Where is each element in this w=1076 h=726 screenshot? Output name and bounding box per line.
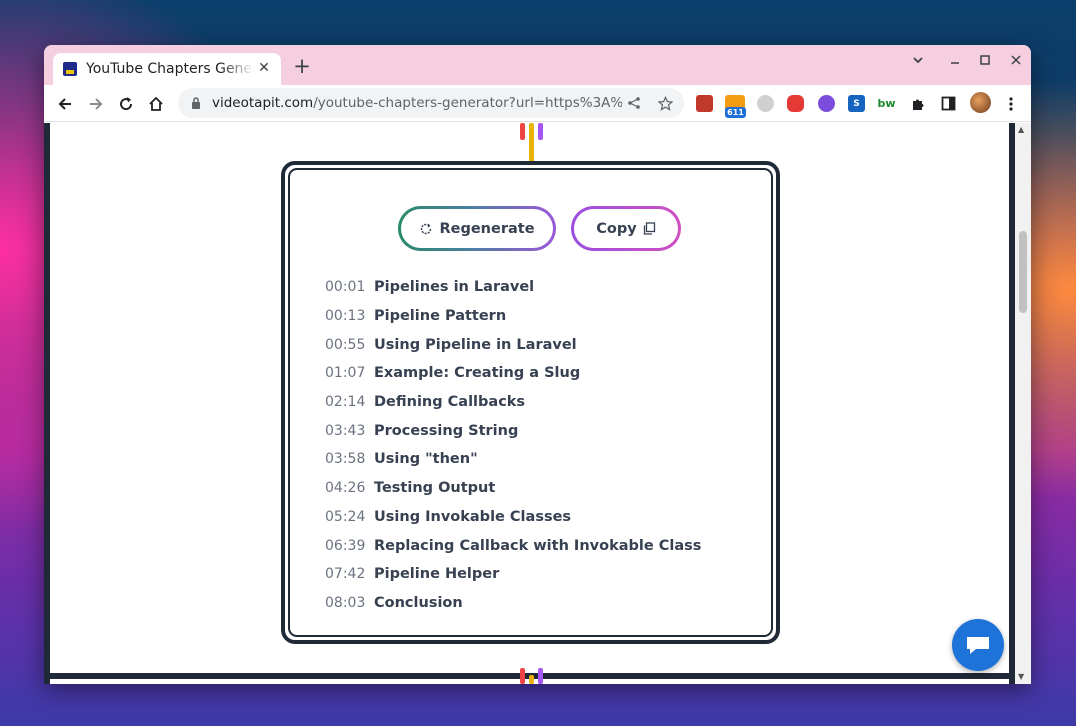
chapter-timestamp: 01:07: [325, 365, 366, 382]
tab-strip: YouTube Chapters Generator ✕ +: [44, 45, 1031, 85]
chapter-title: Using Invokable Classes: [374, 508, 572, 525]
chapter-title: Replacing Callback with Invokable Class: [374, 537, 702, 554]
scroll-down-icon[interactable]: ▼: [1018, 672, 1024, 681]
chapter-title: Pipelines in Laravel: [374, 279, 535, 296]
chapter-item: 02:14 Defining Callbacks: [325, 388, 701, 417]
page-frame-left: [44, 123, 50, 684]
extension-badge: 611: [725, 107, 746, 118]
bookmark-star-icon[interactable]: [656, 94, 674, 112]
chapter-timestamp: 04:26: [325, 480, 366, 497]
chapter-item: 03:43 Processing String: [325, 416, 701, 445]
chapter-timestamp: 00:01: [325, 279, 366, 296]
site-favicon-icon: [63, 62, 77, 76]
chapter-title: Pipeline Pattern: [374, 308, 507, 325]
maximize-icon[interactable]: [975, 53, 995, 71]
chapter-timestamp: 00:55: [325, 336, 366, 353]
page-scrollbar[interactable]: ▲ ▼: [1015, 123, 1031, 684]
chapter-item: 05:24 Using Invokable Classes: [325, 503, 701, 532]
page-viewport: Regenerate Copy 00:01 Pipelines in Larave…: [44, 123, 1031, 684]
chapter-item: 04:26 Testing Output: [325, 474, 701, 503]
extension-grey-icon[interactable]: [757, 95, 774, 112]
chapter-title: Using Pipeline in Laravel: [374, 336, 577, 353]
copy-icon: [643, 222, 656, 235]
chapter-timestamp: 03:43: [325, 422, 366, 439]
chapter-timestamp: 00:13: [325, 308, 366, 325]
tab-search-icon[interactable]: [908, 53, 928, 71]
chapter-title: Conclusion: [374, 594, 463, 611]
decorative-line-red-bottom: [520, 668, 525, 684]
back-arrow-icon[interactable]: [52, 91, 78, 117]
chapter-title: Defining Callbacks: [374, 394, 526, 411]
address-bar[interactable]: videotapit.com/youtube-chapters-generato…: [178, 88, 684, 118]
url-text[interactable]: videotapit.com/youtube-chapters-generato…: [212, 95, 622, 111]
decorative-line-purple-bottom: [538, 668, 543, 684]
browser-window: YouTube Chapters Generator ✕ +: [44, 45, 1031, 684]
chapter-timestamp: 07:42: [325, 566, 366, 583]
profile-avatar[interactable]: [970, 92, 991, 113]
chapter-timestamp: 06:39: [325, 537, 366, 554]
chapter-title: Example: Creating a Slug: [374, 365, 581, 382]
refresh-icon: [419, 222, 433, 236]
chapter-item: 01:07 Example: Creating a Slug: [325, 359, 701, 388]
chapter-timestamp: 03:58: [325, 451, 366, 468]
share-icon[interactable]: [625, 94, 643, 112]
chat-widget-button[interactable]: [952, 619, 1004, 671]
browser-toolbar: videotapit.com/youtube-chapters-generato…: [44, 85, 1031, 122]
tab-title: YouTube Chapters Generator: [86, 61, 254, 77]
chapters-card: Regenerate Copy 00:01 Pipelines in Larave…: [281, 161, 780, 644]
extension-red-icon[interactable]: [787, 95, 804, 112]
chapter-timestamp: 02:14: [325, 394, 366, 411]
menu-kebab-icon[interactable]: [1002, 95, 1019, 112]
decorative-line-red: [520, 123, 525, 140]
chapter-timestamp: 08:03: [325, 594, 366, 611]
scroll-up-icon[interactable]: ▲: [1018, 125, 1024, 134]
chapter-item: 00:55 Using Pipeline in Laravel: [325, 330, 701, 359]
chapter-title: Processing String: [374, 422, 519, 439]
decorative-line-yellow-bottom: [529, 675, 534, 684]
regenerate-label: Regenerate: [439, 220, 535, 237]
new-tab-button[interactable]: +: [292, 54, 312, 78]
home-icon[interactable]: [143, 91, 169, 117]
chapter-item: 00:01 Pipelines in Laravel: [325, 273, 701, 302]
chapter-title: Using "then": [374, 451, 478, 468]
chapters-card-inner: Regenerate Copy 00:01 Pipelines in Larave…: [288, 168, 773, 637]
chapter-item: 03:58 Using "then": [325, 445, 701, 474]
copy-label: Copy: [596, 220, 637, 237]
decorative-line-purple: [538, 123, 543, 140]
chapter-item: 06:39 Replacing Callback with Invokable C…: [325, 531, 701, 560]
side-panel-icon[interactable]: [940, 95, 957, 112]
tab-close-icon[interactable]: ✕: [256, 60, 272, 76]
extensions-puzzle-icon[interactable]: [909, 95, 926, 112]
minimize-icon[interactable]: [945, 53, 965, 71]
reload-icon[interactable]: [113, 91, 139, 117]
regenerate-button[interactable]: Regenerate: [398, 206, 556, 251]
lock-icon[interactable]: [190, 96, 202, 110]
forward-arrow-icon[interactable]: [83, 91, 109, 117]
chapter-item: 07:42 Pipeline Helper: [325, 560, 701, 589]
chapter-item: 08:03 Conclusion: [325, 589, 701, 618]
close-window-icon[interactable]: [1006, 53, 1026, 71]
copy-button[interactable]: Copy: [571, 206, 681, 251]
extension-s-icon[interactable]: S: [848, 95, 865, 112]
chapter-timestamp: 05:24: [325, 508, 366, 525]
tab-youtube-chapters[interactable]: YouTube Chapters Generator ✕: [53, 53, 281, 85]
chat-bubble-icon: [965, 634, 991, 656]
chapter-title: Pipeline Helper: [374, 566, 500, 583]
extension-purple-icon[interactable]: [818, 95, 835, 112]
scroll-thumb[interactable]: [1019, 231, 1027, 313]
extension-book-icon[interactable]: [696, 95, 713, 112]
chapter-item: 00:13 Pipeline Pattern: [325, 302, 701, 331]
chapters-list: 00:01 Pipelines in Laravel 00:13 Pipeline …: [325, 273, 701, 617]
extension-bw-icon[interactable]: bw: [877, 95, 896, 112]
chapter-title: Testing Output: [374, 480, 496, 497]
